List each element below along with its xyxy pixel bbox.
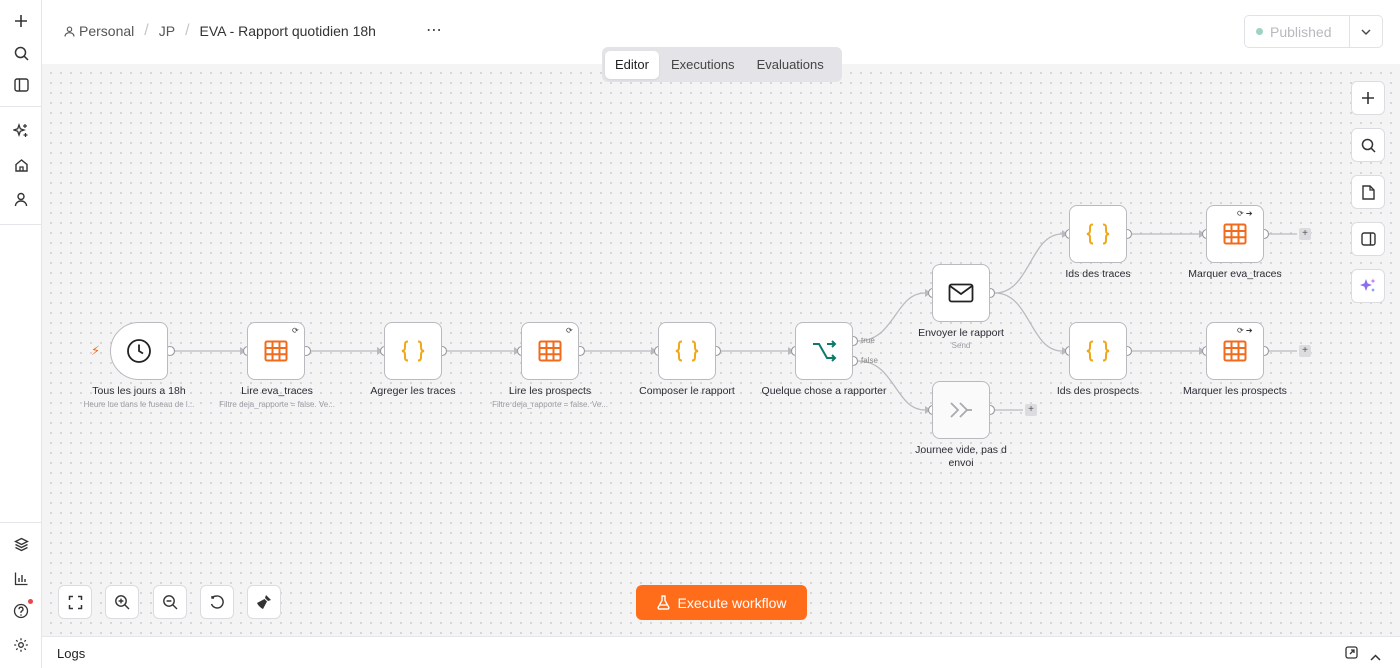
- node-label: Ids des traces: [1065, 268, 1131, 280]
- branch-icon: [813, 340, 837, 362]
- node-label: Journee vide, pas d envoi: [915, 444, 1007, 469]
- port-label-true: true: [861, 336, 875, 345]
- breadcrumb: Personal / JP / EVA - Rapport quotidien …: [64, 22, 376, 40]
- node-label: Agreger les traces: [370, 385, 456, 397]
- node-composer-le-rapport[interactable]: [658, 322, 716, 380]
- node-quelque-chose-a-rapporter[interactable]: [795, 322, 853, 380]
- breadcrumb-owner[interactable]: Personal: [64, 23, 134, 39]
- node-agreger-les-traces[interactable]: [384, 322, 442, 380]
- node-subtitle: Filtre deja_rapporte = false. Ve...: [219, 400, 335, 409]
- node-label: Marquer les prospects: [1183, 385, 1287, 397]
- open-logs-window-icon[interactable]: [1345, 646, 1358, 664]
- tidy-up-broom-icon[interactable]: [247, 585, 281, 619]
- node-label: Composer le rapport: [639, 385, 735, 397]
- refresh-arrow-badge-icon: ⟳ ➔: [1237, 326, 1253, 335]
- published-button[interactable]: Published: [1245, 16, 1350, 47]
- node-label: Quelque chose a rapporter: [761, 385, 887, 397]
- user-icon[interactable]: [8, 186, 34, 212]
- braces-icon: [1086, 340, 1110, 362]
- settings-gear-icon[interactable]: [8, 632, 34, 658]
- node-label: Lire les prospects: [508, 385, 592, 397]
- templates-icon[interactable]: [8, 531, 34, 557]
- node-marquer-les-prospects[interactable]: [1206, 322, 1264, 380]
- user-icon: [64, 26, 75, 37]
- search-icon[interactable]: [8, 40, 34, 66]
- clock-icon: [127, 339, 151, 363]
- table-icon: [1223, 340, 1247, 362]
- node-label: Tous les jours a 18h: [92, 385, 186, 397]
- toggle-sidebar-icon[interactable]: [8, 72, 34, 98]
- home-icon[interactable]: [8, 152, 34, 178]
- publish-dropdown-chevron-icon[interactable]: [1350, 16, 1382, 47]
- node-schedule-trigger[interactable]: [110, 322, 168, 380]
- execute-workflow-button[interactable]: Execute workflow: [636, 585, 807, 620]
- flask-icon: [656, 595, 670, 610]
- more-options-icon[interactable]: ⋯: [426, 20, 443, 40]
- node-label: Ids des prospects: [1056, 385, 1140, 397]
- logs-panel[interactable]: Logs: [42, 636, 1400, 668]
- node-ids-des-traces[interactable]: [1069, 205, 1127, 263]
- node-envoyer-le-rapport[interactable]: [932, 264, 990, 322]
- status-dot: [1256, 28, 1263, 35]
- zoom-in-icon[interactable]: [105, 585, 139, 619]
- panel-toggle-icon[interactable]: [1351, 222, 1385, 256]
- port-label-false: false: [861, 356, 878, 365]
- notification-dot: [28, 599, 33, 604]
- node-label: Envoyer le rapport: [918, 327, 1004, 339]
- node-marquer-eva-traces[interactable]: [1206, 205, 1264, 263]
- workflow-canvas[interactable]: [42, 64, 1400, 636]
- add-node-button[interactable]: +: [1299, 228, 1311, 240]
- add-node-button[interactable]: +: [1025, 404, 1037, 416]
- zoom-out-icon[interactable]: [153, 585, 187, 619]
- tab-editor[interactable]: Editor: [605, 50, 659, 79]
- refresh-badge-icon: ⟳: [566, 326, 573, 335]
- reset-zoom-undo-icon[interactable]: [200, 585, 234, 619]
- node-subtitle: Heure lue dans le fuseau de l...: [83, 400, 195, 409]
- table-icon: [1223, 223, 1247, 245]
- workflow-title[interactable]: EVA - Rapport quotidien 18h: [200, 23, 376, 39]
- trigger-bolt-icon: ⚡: [91, 343, 101, 358]
- braces-icon: [1086, 223, 1110, 245]
- breadcrumb-owner-label: Personal: [79, 23, 135, 39]
- insights-chart-icon[interactable]: [8, 565, 34, 591]
- chevron-up-icon[interactable]: [1370, 648, 1381, 666]
- refresh-arrow-badge-icon: ⟳ ➔: [1237, 209, 1253, 218]
- table-icon: [264, 340, 288, 362]
- braces-icon: [675, 340, 699, 362]
- node-journee-vide[interactable]: [932, 381, 990, 439]
- search-nodes-icon[interactable]: [1351, 128, 1385, 162]
- breadcrumb-folder[interactable]: JP: [159, 23, 175, 39]
- node-ids-des-prospects[interactable]: [1069, 322, 1127, 380]
- node-subtitle: Filtre deja_rapporte = false. Ve...: [492, 400, 608, 409]
- breadcrumb-separator: /: [185, 22, 190, 39]
- mail-icon: [948, 283, 974, 303]
- breadcrumb-separator: /: [144, 22, 149, 39]
- published-label: Published: [1270, 23, 1332, 40]
- left-sidebar: [0, 0, 42, 668]
- add-icon[interactable]: [8, 8, 34, 34]
- refresh-badge-icon: ⟳: [292, 326, 299, 335]
- node-subtitle: Send: [951, 341, 971, 350]
- execute-workflow-label: Execute workflow: [677, 594, 787, 611]
- add-node-icon[interactable]: [1351, 81, 1385, 115]
- ai-assistant-icon[interactable]: [1351, 269, 1385, 303]
- table-icon: [538, 340, 562, 362]
- node-label: Lire eva_traces: [241, 385, 313, 397]
- add-node-button[interactable]: +: [1299, 345, 1311, 357]
- fit-view-icon[interactable]: [58, 585, 92, 619]
- tab-executions[interactable]: Executions: [661, 51, 745, 79]
- view-tabs: Editor Executions Evaluations: [602, 47, 842, 82]
- tab-evaluations[interactable]: Evaluations: [747, 51, 834, 79]
- braces-icon: [401, 340, 425, 362]
- noop-arrows-icon: [950, 402, 972, 418]
- sticky-note-icon[interactable]: [1351, 175, 1385, 209]
- sparkles-icon[interactable]: [8, 118, 34, 144]
- logs-title: Logs: [57, 646, 86, 661]
- node-label: Marquer eva_traces: [1188, 268, 1282, 280]
- publish-control: Published: [1244, 15, 1383, 48]
